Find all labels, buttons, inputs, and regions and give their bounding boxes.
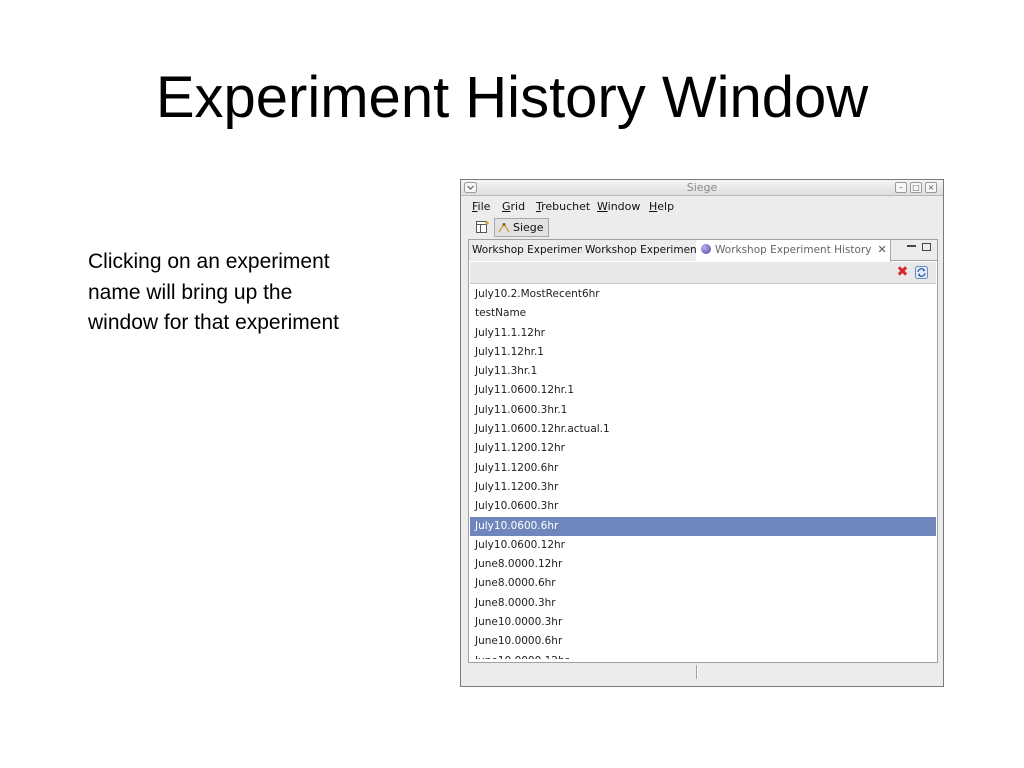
slide-body-text: Clicking on an experiment name will brin… — [88, 250, 339, 334]
menubar: File Grid Trebuchet Window Help — [461, 197, 943, 216]
window-title: Siege — [686, 181, 718, 194]
experiment-list-item[interactable]: June10.0000.6hr — [470, 632, 936, 651]
status-bar — [461, 664, 943, 686]
experiment-list-item[interactable]: June10.0000.12hr — [470, 652, 936, 659]
experiment-list-item[interactable]: July11.0600.3hr.1 — [470, 401, 936, 420]
experiment-list-item[interactable]: June8.0000.6hr — [470, 574, 936, 593]
status-bar-grip[interactable] — [696, 665, 698, 679]
experiment-list-item[interactable]: June10.0000.3hr — [470, 613, 936, 632]
experiment-list: July10.2.MostRecent6hr testName July11.1.1… — [470, 285, 936, 659]
experiment-list-item[interactable]: July10.0600.3hr — [470, 497, 936, 516]
experiment-list-item[interactable]: July11.3hr.1 — [470, 362, 936, 381]
menu-file[interactable]: File — [472, 200, 490, 214]
experiment-list-item[interactable]: July11.0600.12hr.1 — [470, 381, 936, 400]
slide-title: Experiment History Window — [155, 65, 869, 130]
tab-workshop-experiment-2[interactable]: Workshop Experiment — [582, 240, 705, 261]
perspective-label: Siege — [513, 221, 544, 234]
experiment-history-icon — [701, 244, 711, 254]
experiment-list-item[interactable]: June8.0000.12hr — [470, 555, 936, 574]
siege-window: Siege – □ × File Grid Trebuchet Window H… — [460, 179, 944, 687]
experiment-history-view: Workshop Experiment Workshop Experiment … — [468, 239, 938, 663]
experiment-list-item[interactable]: July11.1200.12hr — [470, 439, 936, 458]
experiment-list-item[interactable]: July11.1200.3hr — [470, 478, 936, 497]
experiment-list-item[interactable]: testName — [470, 304, 936, 323]
menu-help[interactable]: Help — [649, 200, 674, 214]
siege-perspective-button[interactable]: Siege — [494, 218, 549, 237]
tab-close-icon[interactable]: ✕ — [878, 240, 887, 260]
refresh-icon[interactable] — [915, 266, 928, 279]
delete-icon[interactable]: ✖ — [896, 265, 909, 279]
experiment-list-item[interactable]: July11.0600.12hr.actual.1 — [470, 420, 936, 439]
perspective-toolbar: Siege — [461, 217, 943, 239]
window-titlebar[interactable]: Siege – □ × — [461, 180, 943, 196]
experiment-list-item[interactable]: July10.0600.12hr — [470, 536, 936, 555]
experiment-list-item[interactable]: July10.2.MostRecent6hr — [470, 285, 936, 304]
view-maximize-icon[interactable] — [922, 243, 931, 251]
menu-grid[interactable]: Grid — [502, 200, 525, 214]
tab-workshop-experiment-history[interactable]: Workshop Experiment History ✕ — [696, 240, 891, 262]
experiment-list-item[interactable]: July10.0600.6hr — [470, 516, 936, 536]
maximize-icon[interactable]: □ — [910, 182, 922, 193]
experiment-list-item[interactable]: June8.0000.3hr — [470, 594, 936, 613]
menu-trebuchet[interactable]: Trebuchet — [536, 200, 590, 214]
experiment-list-item[interactable]: July11.1200.6hr — [470, 459, 936, 478]
menu-window[interactable]: Window — [597, 200, 640, 214]
view-minimize-icon[interactable] — [907, 244, 916, 247]
tab-label: Workshop Experiment History — [715, 244, 872, 256]
view-action-strip: ✖ — [470, 262, 936, 284]
minimize-icon[interactable]: – — [895, 182, 907, 193]
tab-workshop-experiment-1[interactable]: Workshop Experiment — [469, 240, 592, 261]
experiment-list-item[interactable]: July11.1.12hr — [470, 324, 936, 343]
open-perspective-icon[interactable] — [476, 221, 489, 233]
tab-label: Workshop Experiment — [585, 244, 701, 256]
editor-tabbar: Workshop Experiment Workshop Experiment … — [469, 240, 937, 262]
perspective-icon — [498, 222, 510, 233]
tab-label: Workshop Experiment — [472, 244, 588, 256]
close-icon[interactable]: × — [925, 182, 937, 193]
experiment-list-item[interactable]: July11.12hr.1 — [470, 343, 936, 362]
